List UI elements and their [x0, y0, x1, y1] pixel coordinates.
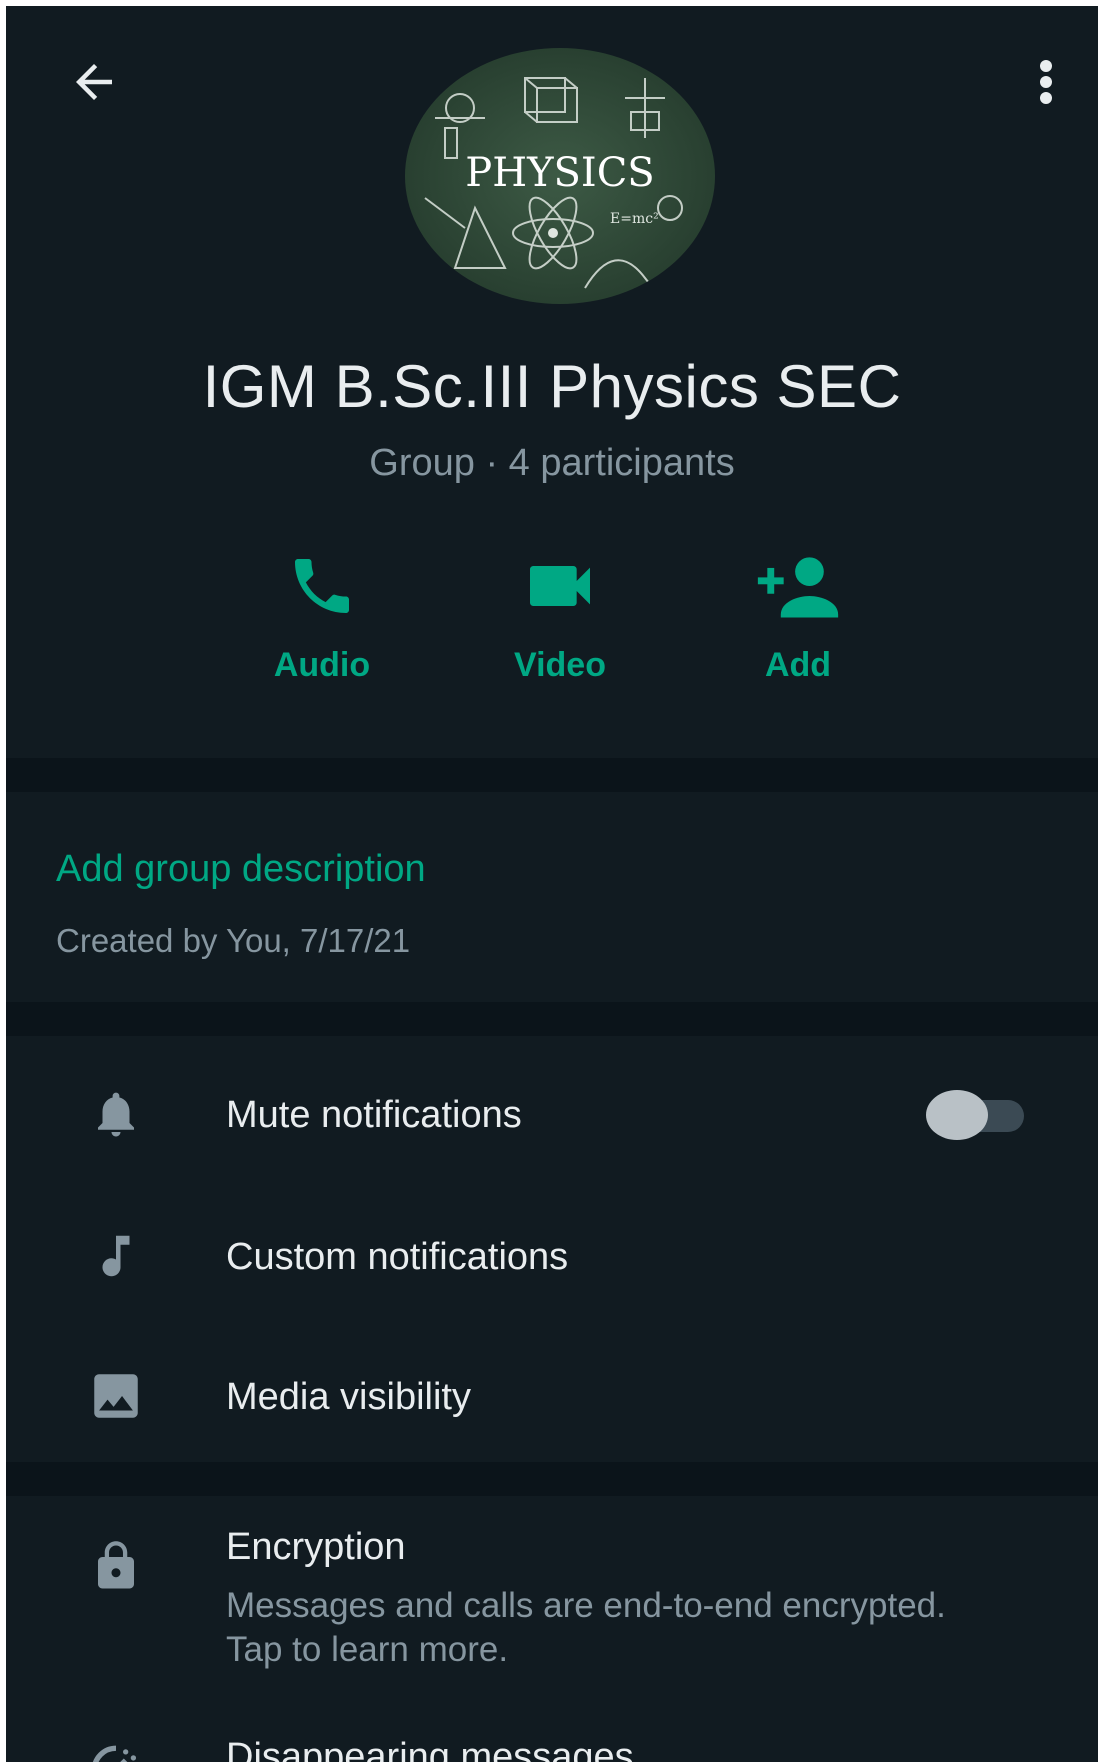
more-options-button[interactable]	[1018, 50, 1074, 114]
media-visibility-label: Media visibility	[226, 1376, 471, 1418]
audio-call-button[interactable]: Audio	[222, 546, 422, 706]
lock-icon	[98, 1541, 134, 1589]
section-divider	[6, 1462, 1098, 1496]
media-visibility-row[interactable]: Media visibility	[6, 1336, 1098, 1456]
custom-notifications-row[interactable]: Custom notifications	[6, 1196, 1098, 1316]
toggle-knob	[926, 1090, 988, 1140]
svg-text:PHYSICS: PHYSICS	[465, 150, 654, 196]
add-group-description-link[interactable]: Add group description	[56, 848, 426, 891]
action-bar: Audio Video Add	[6, 546, 1098, 706]
person-add-icon	[757, 557, 839, 618]
music-note-icon	[102, 1235, 130, 1277]
video-call-button[interactable]: Video	[460, 546, 660, 706]
section-divider	[6, 758, 1098, 792]
video-label: Video	[514, 646, 606, 684]
mute-notifications-label: Mute notifications	[226, 1094, 522, 1136]
group-subtitle: Group · 4 participants	[369, 442, 735, 484]
add-participant-button[interactable]: Add	[698, 546, 898, 706]
svg-text:E=mc²: E=mc²	[610, 211, 659, 227]
bell-icon	[98, 1092, 134, 1137]
arrow-left-icon	[76, 64, 112, 100]
image-icon	[94, 1374, 138, 1418]
group-title[interactable]: IGM B.Sc.III Physics SEC	[6, 352, 1098, 421]
group-info-screen: PHYSICS E=mc² IGM B.Sc.III Physics SEC G…	[6, 6, 1098, 1762]
custom-notifications-label: Custom notifications	[226, 1236, 569, 1278]
timer-icon	[92, 1745, 137, 1762]
group-avatar[interactable]: PHYSICS E=mc²	[405, 48, 715, 304]
phone-icon	[295, 559, 349, 613]
encryption-title: Encryption	[226, 1526, 406, 1568]
encryption-description: Messages and calls are end-to-end encryp…	[226, 1586, 946, 1669]
mute-notifications-toggle[interactable]	[926, 1090, 1026, 1140]
mute-notifications-row[interactable]: Mute notifications	[6, 1054, 1098, 1174]
more-vert-icon	[1040, 60, 1052, 104]
section-divider	[6, 1002, 1098, 1036]
created-by-text: Created by You, 7/17/21	[56, 922, 411, 959]
videocam-icon	[530, 566, 590, 606]
physics-chalkboard-image: PHYSICS E=mc²	[405, 48, 715, 304]
disappearing-messages-label: Disappearing messages	[226, 1736, 634, 1762]
back-button[interactable]	[62, 50, 126, 114]
audio-label: Audio	[273, 646, 371, 684]
add-label: Add	[764, 646, 832, 684]
